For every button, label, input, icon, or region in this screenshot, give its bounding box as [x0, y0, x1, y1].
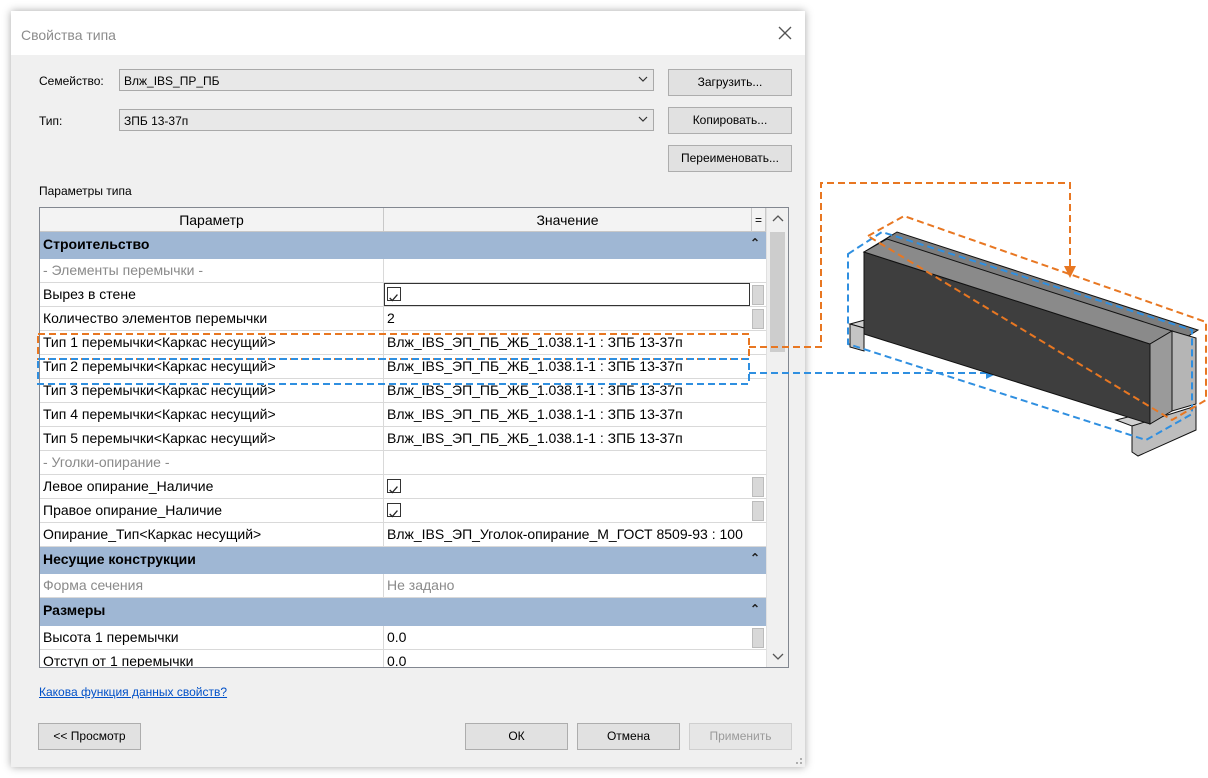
highlight-type1	[37, 333, 750, 360]
annotation-overlay	[37, 182, 1207, 457]
highlight-type2	[37, 358, 750, 385]
lintel-3d-view	[848, 231, 1200, 457]
